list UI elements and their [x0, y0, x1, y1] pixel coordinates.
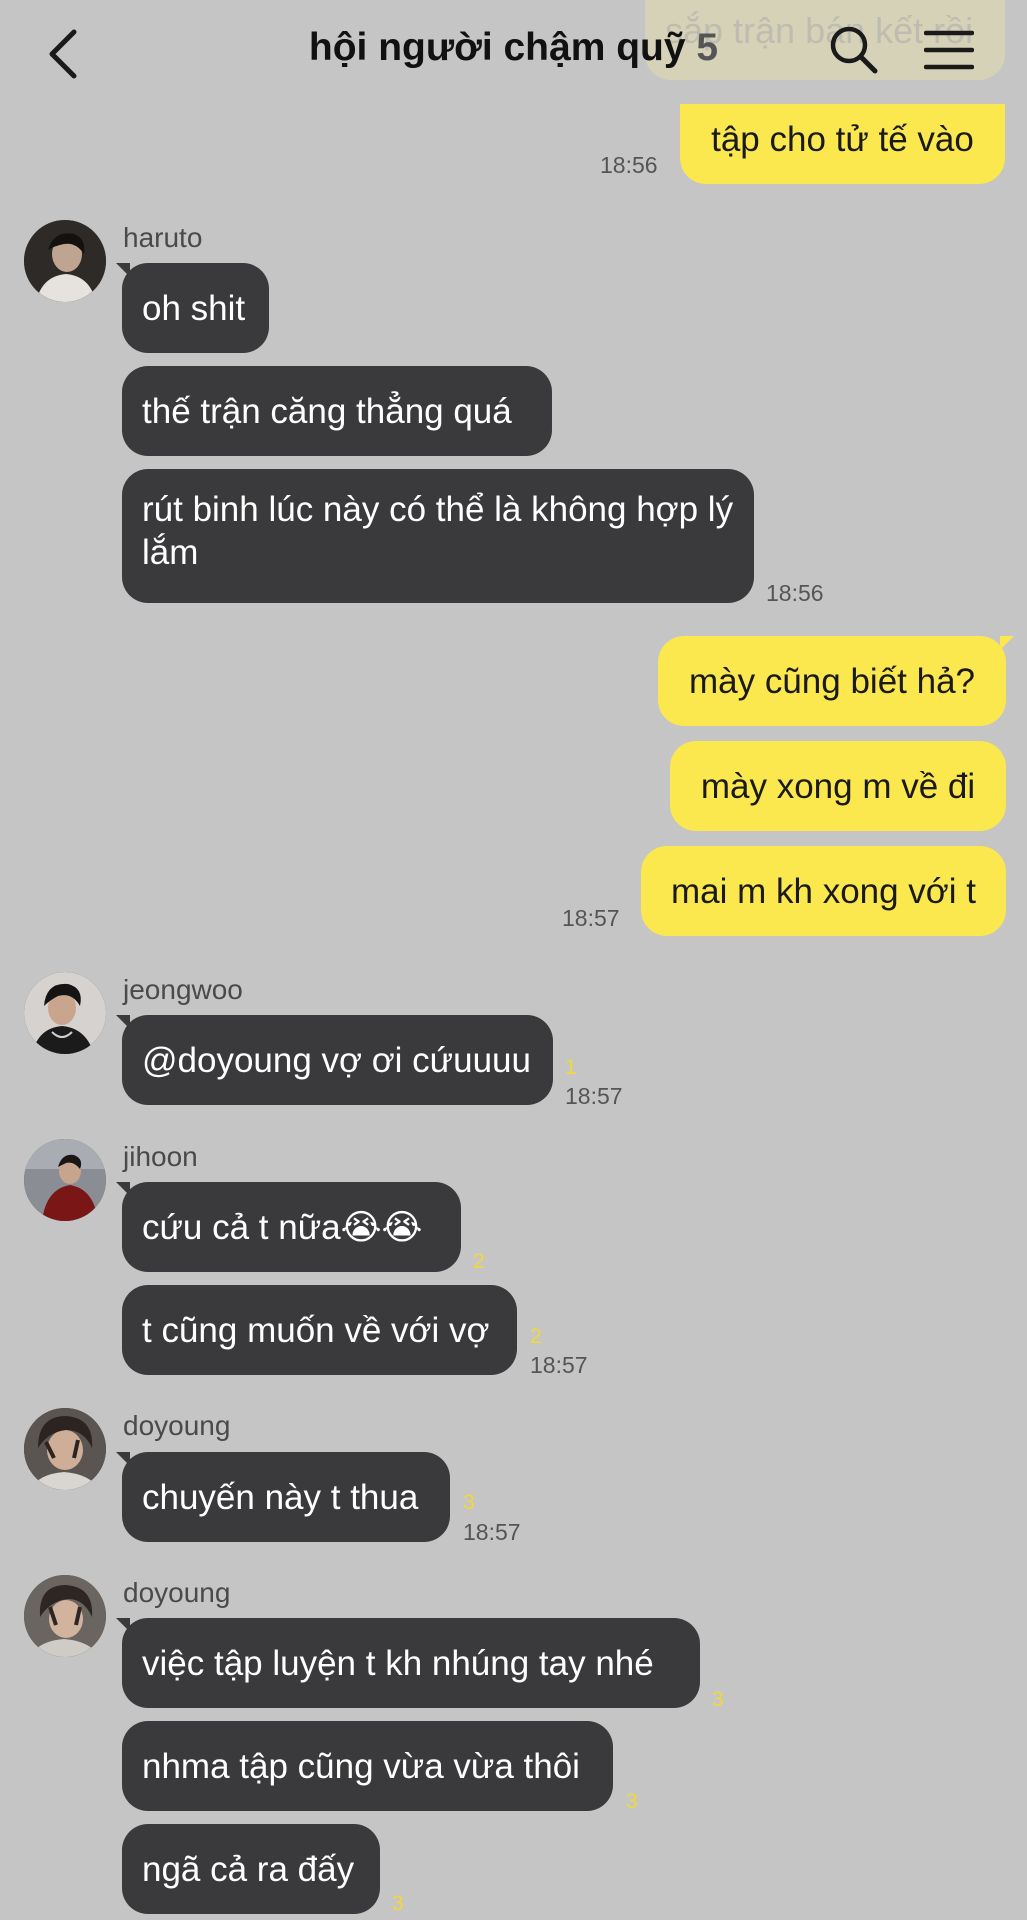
sender-name: jeongwoo	[123, 974, 243, 1005]
member-count: 5	[696, 26, 719, 69]
sender-name: haruto	[123, 222, 203, 253]
back-button[interactable]	[40, 22, 88, 82]
chat-header: sắp trận bán kết rồi hội người chậm quỹ …	[0, 0, 1027, 104]
sender-name: doyoung	[123, 1410, 231, 1441]
incoming-message-bubble[interactable]: nhma tập cũng vừa vừa thôi	[122, 1721, 613, 1811]
unread-count: 3	[712, 1688, 724, 1711]
outgoing-message-bubble[interactable]: mày cũng biết hả?	[658, 636, 1006, 726]
avatar-doyoung[interactable]	[24, 1575, 106, 1657]
outgoing-message-bubble[interactable]: mai m kh xong với t	[641, 846, 1006, 936]
outgoing-message-bubble[interactable]: tập cho tử tế vào	[680, 94, 1005, 184]
outgoing-message-bubble[interactable]: mày xong m về đi	[670, 741, 1006, 831]
unread-count: 1	[565, 1056, 577, 1079]
unread-count: 3	[392, 1892, 404, 1915]
message-timestamp: 18:57	[463, 1519, 521, 1545]
incoming-message-bubble[interactable]: chuyến này t thua	[122, 1452, 450, 1542]
avatar-doyoung[interactable]	[24, 1408, 106, 1490]
avatar-haruto[interactable]	[24, 220, 106, 302]
message-timestamp: 18:57	[562, 905, 620, 931]
message-timestamp: 18:56	[766, 580, 824, 606]
menu-icon	[923, 30, 975, 70]
avatar-jeongwoo[interactable]	[24, 972, 106, 1054]
incoming-message-bubble[interactable]: oh shit	[122, 263, 269, 353]
search-button[interactable]	[828, 24, 880, 76]
menu-button[interactable]	[923, 28, 975, 72]
chat-title-name: hội người chậm quỹ	[308, 26, 686, 69]
incoming-message-bubble[interactable]: ngã cả ra đấy	[122, 1824, 380, 1914]
unread-count: 2	[530, 1325, 542, 1348]
unread-count: 3	[463, 1491, 475, 1514]
incoming-message-bubble[interactable]: cứu cả t nữa😭😭	[122, 1182, 461, 1272]
chat-title: hội người chậm quỹ 5	[150, 26, 877, 70]
profile-photo	[24, 1139, 106, 1221]
sender-name: doyoung	[123, 1577, 231, 1608]
incoming-message-bubble[interactable]: t cũng muốn về với vợ	[122, 1285, 517, 1375]
sender-name: jihoon	[123, 1141, 198, 1172]
profile-photo	[24, 1408, 106, 1490]
profile-photo	[24, 972, 106, 1054]
profile-photo	[24, 220, 106, 302]
unread-count: 3	[626, 1790, 638, 1813]
message-timestamp: 18:57	[565, 1083, 623, 1109]
message-timestamp: 18:57	[530, 1352, 588, 1378]
chevron-left-icon	[49, 29, 77, 79]
incoming-message-bubble[interactable]: rút binh lúc này có thể là không hợp lý …	[122, 469, 754, 603]
unread-count: 2	[473, 1250, 485, 1273]
incoming-message-bubble[interactable]: việc tập luyện t kh nhúng tay nhé	[122, 1618, 700, 1708]
search-icon	[830, 26, 878, 74]
incoming-message-bubble[interactable]: thế trận căng thẳng quá	[122, 366, 552, 456]
profile-photo	[24, 1575, 106, 1657]
incoming-message-bubble[interactable]: @doyoung vợ ơi cứuuuu	[122, 1015, 553, 1105]
avatar-jihoon[interactable]	[24, 1139, 106, 1221]
message-timestamp: 18:56	[600, 152, 658, 178]
